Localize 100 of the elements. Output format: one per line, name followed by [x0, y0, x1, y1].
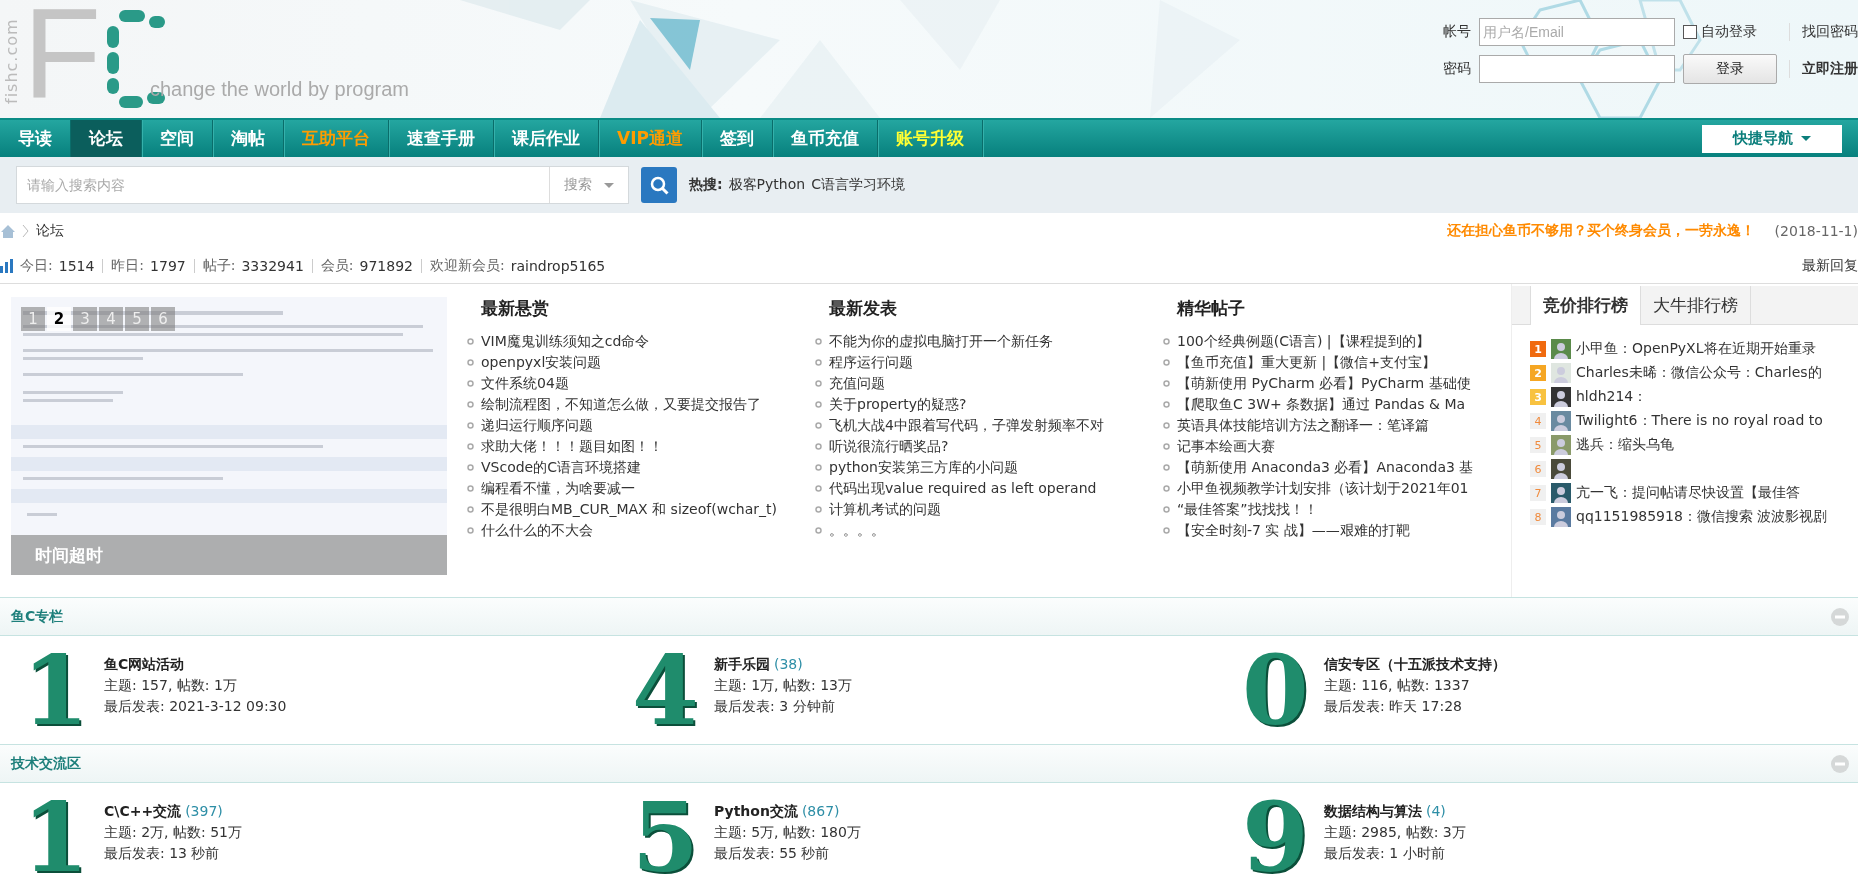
breadcrumb-current[interactable]: 论坛: [36, 222, 64, 240]
section-header[interactable]: 技术交流区: [0, 744, 1858, 783]
thread-link[interactable]: 代码出现value required as left operand: [829, 479, 1097, 498]
thread-link[interactable]: VIM魔鬼训练须知之cd命令: [481, 332, 650, 351]
forum-number-icon[interactable]: 4: [632, 646, 694, 736]
account-field[interactable]: 用户名/Email: [1479, 18, 1675, 46]
slide-tab[interactable]: 2: [47, 307, 71, 331]
forum-number-icon[interactable]: 9: [1242, 793, 1304, 883]
thread-link[interactable]: 计算机考试的问题: [829, 500, 941, 519]
thread-link[interactable]: 编程看不懂，为啥要减一: [481, 479, 635, 498]
latest-replies-link[interactable]: 最新回复: [1802, 257, 1858, 275]
new-post-count: (4): [1426, 803, 1446, 821]
thread-link[interactable]: 【萌新使用 Anaconda3 必看】Anaconda3 基: [1177, 458, 1474, 477]
forum-link[interactable]: 鱼C网站活动: [104, 656, 185, 674]
ranking-link[interactable]: hldh214：: [1576, 388, 1648, 406]
thread-link[interactable]: 求助大佬！！！题目如图！！: [481, 437, 663, 456]
chevron-icon: [22, 224, 30, 238]
thread-link[interactable]: 什么什么的不大会: [481, 521, 593, 540]
thread-link[interactable]: 文件系统04题: [481, 374, 569, 393]
forum-number-icon[interactable]: 1: [22, 793, 84, 883]
ranking-tab[interactable]: 竞价排行榜: [1530, 286, 1641, 325]
last-post[interactable]: 最后发表: 1 小时前: [1324, 845, 1466, 863]
rank-badge: 3: [1530, 389, 1546, 405]
section-header[interactable]: 鱼C专栏: [0, 597, 1858, 636]
forgot-password-link[interactable]: 找回密码: [1789, 23, 1858, 41]
thread-link[interactable]: 。。。。: [829, 521, 885, 540]
thread-link[interactable]: 【萌新使用 PyCharm 必看】PyCharm 基础使: [1177, 374, 1471, 393]
forum-link[interactable]: C\C++交流: [104, 803, 182, 821]
thread-link[interactable]: 记事本绘画大赛: [1177, 437, 1275, 456]
rank-badge: 7: [1530, 485, 1546, 501]
ranking-link[interactable]: Charles未晞：微信公众号：Charles的: [1576, 364, 1822, 382]
forum-stats: 主题: 157, 帖数: 1万: [104, 677, 238, 695]
forum-link[interactable]: 信安专区（十五派技术支持）: [1324, 656, 1506, 674]
collapse-icon[interactable]: [1830, 753, 1850, 774]
login-button[interactable]: 登录: [1683, 54, 1777, 84]
bullet-icon: [1163, 422, 1170, 429]
site-domain: fishc.com: [2, 17, 21, 104]
thread-link[interactable]: python安装第三方库的小问题: [829, 458, 1018, 477]
thread-link[interactable]: 听说很流行晒奖品?: [829, 437, 949, 456]
collapse-icon[interactable]: [1830, 606, 1850, 627]
thread-link[interactable]: 小甲鱼视频教学计划安排（该计划于2021年01: [1177, 479, 1469, 498]
thread-link[interactable]: 绘制流程图，不知道怎么做，又要提交报告了: [481, 395, 761, 414]
stat-label: 帖子:: [202, 257, 236, 275]
field-label: 帐号: [1443, 23, 1471, 41]
checkbox-label[interactable]: 自动登录: [1701, 23, 1757, 41]
section-title: 技术交流区: [11, 754, 81, 773]
bullet-icon: [815, 380, 822, 387]
register-link[interactable]: 立即注册: [1789, 60, 1858, 78]
thread-link[interactable]: “最佳答案”找找找！！: [1177, 500, 1318, 519]
thread-link[interactable]: 不能为你的虚拟电脑打开一个新任务: [829, 332, 1053, 351]
password-field[interactable]: [1479, 55, 1675, 83]
rank-badge: 1: [1530, 341, 1546, 357]
site-tagline: change the world by program: [150, 78, 410, 101]
ranking-link[interactable]: 逃兵：缩头乌龟: [1576, 436, 1674, 454]
hot-search-label: 热搜:: [689, 176, 723, 194]
forum-link[interactable]: 新手乐园: [714, 656, 770, 674]
hot-search-link[interactable]: 极客Python: [728, 176, 806, 194]
bullet-icon: [1163, 338, 1170, 345]
checkbox[interactable]: [1683, 25, 1697, 39]
thread-link[interactable]: 100个经典例题(C语言) |【课程提到的】: [1177, 332, 1430, 351]
forum-link[interactable]: Python交流: [714, 803, 798, 821]
thread-link[interactable]: 不是很明白MB_CUR_MAX 和 sizeof(wchar_t): [481, 500, 777, 519]
ranking-link[interactable]: 小甲鱼：OpenPyXL将在近期开始重录: [1576, 340, 1816, 358]
quick-nav-button[interactable]: 快捷导航: [1702, 124, 1842, 153]
thread-link[interactable]: 【安全时刻-7 实 战】——艰难的打靶: [1177, 521, 1410, 540]
search-icon: [649, 175, 669, 195]
thread-link[interactable]: 飞机大战4中跟着写代码，子弹发射频率不对: [829, 416, 1104, 435]
forum-link[interactable]: 数据结构与算法: [1324, 803, 1422, 821]
search-button[interactable]: [641, 167, 677, 203]
ranking-link[interactable]: Twilight6：There is no royal road to: [1576, 412, 1823, 430]
thread-link[interactable]: 【鱼币充值】重大更新 |【微信+支付宝】: [1177, 353, 1436, 372]
thread-link[interactable]: openpyxl安装问题: [481, 353, 602, 372]
rank-badge: 2: [1530, 365, 1546, 381]
last-post[interactable]: 最后发表: 55 秒前: [714, 845, 861, 863]
forum-number-icon[interactable]: 1: [22, 646, 84, 736]
bullet-icon: [467, 401, 474, 408]
thread-link[interactable]: 【爬取鱼C 3W+ 条数据】通过 Pandas & Ma: [1177, 395, 1466, 414]
avatar-icon: [1551, 411, 1571, 431]
thread-link[interactable]: VScode的C语言环境搭建: [481, 458, 641, 477]
forum-number-icon[interactable]: 5: [632, 793, 694, 883]
thread-link[interactable]: 递归运行顺序问题: [481, 416, 593, 435]
stats-chart-icon: [0, 259, 14, 273]
last-post[interactable]: 最后发表: 昨天 17:28: [1324, 698, 1506, 716]
new-post-count: (397): [185, 803, 223, 821]
last-post[interactable]: 最后发表: 3 分钟前: [714, 698, 852, 716]
last-post[interactable]: 最后发表: 2021-3-12 09:30: [104, 698, 287, 716]
section-title: 鱼C专栏: [11, 607, 64, 626]
bullet-icon: [1163, 443, 1170, 450]
thread-link[interactable]: 程序运行问题: [829, 353, 913, 372]
nav-tab[interactable]: 论坛: [71, 120, 142, 157]
ranking-link[interactable]: qq1151985918：微信搜索 波波影视剧: [1576, 508, 1828, 526]
forum-number-icon[interactable]: 0: [1242, 646, 1304, 736]
avatar-icon: [1551, 507, 1571, 527]
ranking-link[interactable]: 亢一飞：提问帖请尽快设置【最佳答: [1576, 484, 1800, 502]
last-post[interactable]: 最后发表: 13 秒前: [104, 845, 242, 863]
hot-search-link[interactable]: C语言学习环境: [811, 176, 905, 194]
stat-value[interactable]: raindrop5165: [510, 258, 606, 274]
thread-link[interactable]: 英语具体技能培训方法之翻译一：笔译篇: [1177, 416, 1429, 435]
thread-link[interactable]: 关于property的疑惑?: [829, 395, 967, 414]
thread-link[interactable]: 充值问题: [829, 374, 885, 393]
